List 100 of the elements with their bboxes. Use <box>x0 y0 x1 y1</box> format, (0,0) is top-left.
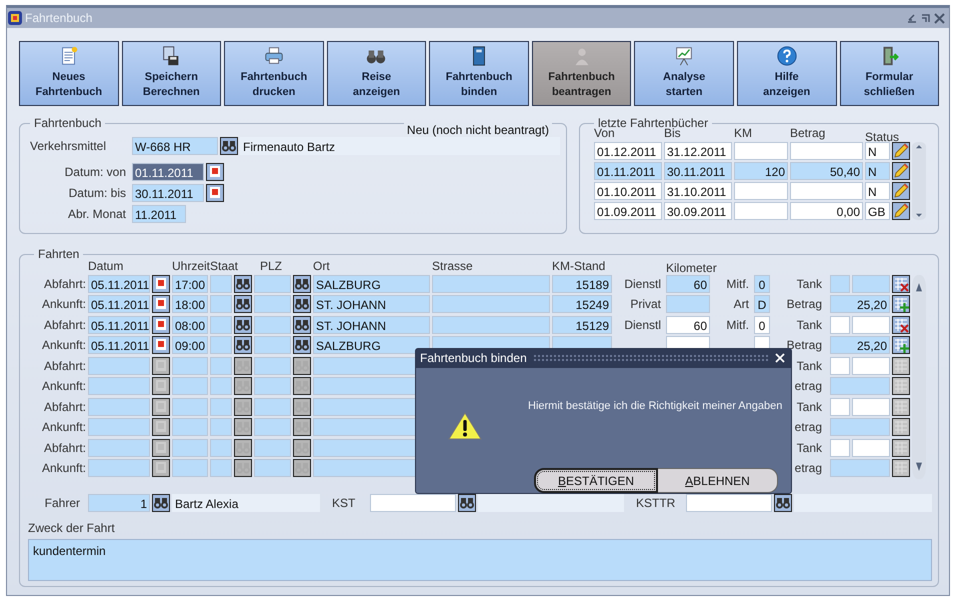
postcode-field[interactable] <box>254 316 291 334</box>
binoculars-icon[interactable] <box>293 316 311 334</box>
date-field[interactable] <box>88 377 150 395</box>
place-field[interactable]: ST. JOHANN <box>313 295 430 313</box>
grid-add-icon[interactable] <box>892 418 910 436</box>
date-field[interactable]: 05.11.2011 <box>88 336 150 354</box>
input-field[interactable] <box>370 494 456 512</box>
grid-delete-icon[interactable] <box>892 398 910 416</box>
calendar-icon[interactable] <box>152 418 170 436</box>
input-field[interactable] <box>830 316 850 334</box>
postcode-field[interactable] <box>254 377 291 395</box>
pencil-icon[interactable] <box>892 182 910 200</box>
input-field[interactable] <box>852 398 890 416</box>
country-field[interactable] <box>210 316 232 334</box>
table-cell[interactable] <box>734 142 788 160</box>
calendar-icon[interactable] <box>152 275 170 293</box>
kilometer-field[interactable]: 60 <box>666 316 710 334</box>
time-field[interactable]: 09:00 <box>172 336 208 354</box>
minimize-icon[interactable] <box>906 12 917 24</box>
text-area[interactable]: kundentermin <box>28 539 932 581</box>
amount-field[interactable] <box>830 459 890 477</box>
time-field[interactable] <box>172 439 208 457</box>
input-field[interactable]: 1 <box>88 494 150 512</box>
grid-add-icon[interactable] <box>892 459 910 477</box>
time-field[interactable] <box>172 418 208 436</box>
toolbar-button[interactable]: Speichern Berechnen <box>122 41 222 106</box>
calendar-icon[interactable] <box>206 163 224 181</box>
calendar-icon[interactable] <box>152 295 170 313</box>
date-field[interactable] <box>88 459 150 477</box>
binoculars-icon[interactable] <box>293 275 311 293</box>
table-cell[interactable]: GB <box>865 202 890 220</box>
binoculars-icon[interactable] <box>234 439 252 457</box>
date-field[interactable] <box>88 357 150 375</box>
country-field[interactable] <box>210 459 232 477</box>
input-field[interactable] <box>830 439 850 457</box>
binoculars-icon[interactable] <box>293 418 311 436</box>
time-field[interactable] <box>172 357 208 375</box>
binoculars-icon[interactable] <box>293 295 311 313</box>
grid-delete-icon[interactable] <box>892 275 910 293</box>
table-cell[interactable]: 01.11.2011 <box>594 162 662 180</box>
time-field[interactable]: 17:00 <box>172 275 208 293</box>
table-cell[interactable]: 01.12.2011 <box>594 142 662 160</box>
scroll-bar[interactable] <box>912 275 926 479</box>
pencil-icon[interactable] <box>892 202 910 220</box>
binoculars-icon[interactable] <box>293 357 311 375</box>
time-field[interactable]: 08:00 <box>172 316 208 334</box>
calendar-icon[interactable] <box>206 184 224 202</box>
postcode-field[interactable] <box>254 357 291 375</box>
date-field[interactable] <box>88 418 150 436</box>
calendar-icon[interactable] <box>152 377 170 395</box>
binoculars-icon[interactable] <box>152 494 170 512</box>
calendar-icon[interactable] <box>152 357 170 375</box>
calendar-icon[interactable] <box>152 316 170 334</box>
country-field[interactable] <box>210 295 232 313</box>
time-field[interactable]: 18:00 <box>172 295 208 313</box>
dialog-button[interactable]: BESTÄTIGEN <box>534 468 658 493</box>
input-field[interactable]: 11.2011 <box>132 205 186 223</box>
code-field[interactable]: 0 <box>754 316 770 334</box>
country-field[interactable] <box>210 357 232 375</box>
table-cell[interactable] <box>790 182 863 200</box>
binoculars-icon[interactable] <box>293 439 311 457</box>
binoculars-icon[interactable] <box>234 357 252 375</box>
table-cell[interactable] <box>790 142 863 160</box>
code-field[interactable]: 0 <box>754 275 770 293</box>
table-cell[interactable]: 0,00 <box>790 202 863 220</box>
toolbar-button[interactable]: Fahrtenbuch drucken <box>224 41 324 106</box>
input-field[interactable] <box>830 357 850 375</box>
postcode-field[interactable] <box>254 439 291 457</box>
postcode-field[interactable] <box>254 398 291 416</box>
binoculars-icon[interactable] <box>234 336 252 354</box>
kilometer-field[interactable] <box>666 295 710 313</box>
grid-add-icon[interactable] <box>892 295 910 313</box>
table-cell[interactable]: N <box>865 182 890 200</box>
table-cell[interactable] <box>734 202 788 220</box>
toolbar-button[interactable]: Fahrtenbuch binden <box>429 41 529 106</box>
restore-icon[interactable] <box>920 12 931 24</box>
postcode-field[interactable] <box>254 275 291 293</box>
binoculars-icon[interactable] <box>234 377 252 395</box>
binoculars-icon[interactable] <box>293 336 311 354</box>
table-cell[interactable]: 30.09.2011 <box>664 202 732 220</box>
toolbar-button[interactable]: Reise anzeigen <box>326 41 426 106</box>
place-field[interactable]: SALZBURG <box>313 275 430 293</box>
calendar-icon[interactable] <box>152 439 170 457</box>
binoculars-icon[interactable] <box>774 494 792 512</box>
amount-field[interactable] <box>830 418 890 436</box>
table-cell[interactable] <box>734 182 788 200</box>
country-field[interactable] <box>210 398 232 416</box>
table-cell[interactable]: 30.11.2011 <box>664 162 732 180</box>
odometer-field[interactable]: 15129 <box>552 316 612 334</box>
odometer-field[interactable]: 15249 <box>552 295 612 313</box>
date-field[interactable] <box>88 398 150 416</box>
grid-add-icon[interactable] <box>892 377 910 395</box>
date-field[interactable]: 01.11.2011 <box>132 163 204 181</box>
toolbar-button[interactable]: Hilfe anzeigen <box>736 41 836 106</box>
odometer-field[interactable]: 15189 <box>552 275 612 293</box>
postcode-field[interactable] <box>254 295 291 313</box>
table-cell[interactable]: 31.12.2011 <box>664 142 732 160</box>
calendar-icon[interactable] <box>152 336 170 354</box>
table-cell[interactable]: N <box>865 162 890 180</box>
binoculars-icon[interactable] <box>458 494 476 512</box>
